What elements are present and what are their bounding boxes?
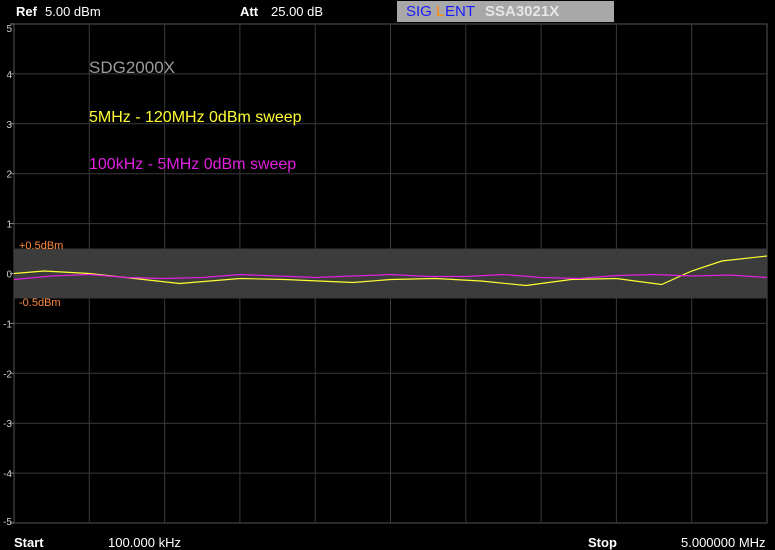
y-tick-label: 5 <box>6 24 12 35</box>
y-tick-label: 2 <box>6 170 12 181</box>
stop-label: Stop <box>588 535 617 550</box>
y-tick-label: 4 <box>6 70 12 81</box>
magenta-sweep-label: 100kHz - 5MHz 0dBm sweep <box>89 156 296 173</box>
upper-limit-label: +0.5dBm <box>19 240 63 252</box>
y-tick-label: -2 <box>3 369 12 380</box>
stop-value: 5.000000 MHz <box>681 535 766 550</box>
lower-limit-label: -0.5dBm <box>19 297 61 309</box>
frequency-bar: Start 100.000 kHz Stop 5.000000 MHz <box>0 532 775 550</box>
y-tick-label: 0 <box>6 270 12 281</box>
y-tick-label: -4 <box>3 469 12 480</box>
device-label: SDG2000X <box>89 58 175 77</box>
start-label: Start <box>14 535 44 550</box>
grid-lines <box>14 24 767 523</box>
start-value: 100.000 kHz <box>108 535 181 550</box>
y-tick-label: -3 <box>3 419 12 430</box>
y-tick-label: 1 <box>6 220 12 231</box>
spectrum-plot: 5 4 3 2 1 0 -1 -2 -3 -4 -5 SDG2000X 5MHz - 120MHz 0d… <box>3 23 768 528</box>
y-tick-label: 3 <box>6 120 12 131</box>
yellow-sweep-label: 5MHz - 120MHz 0dBm sweep <box>89 109 302 126</box>
y-tick-label: -1 <box>3 319 12 330</box>
y-tick-label: -5 <box>3 517 12 528</box>
